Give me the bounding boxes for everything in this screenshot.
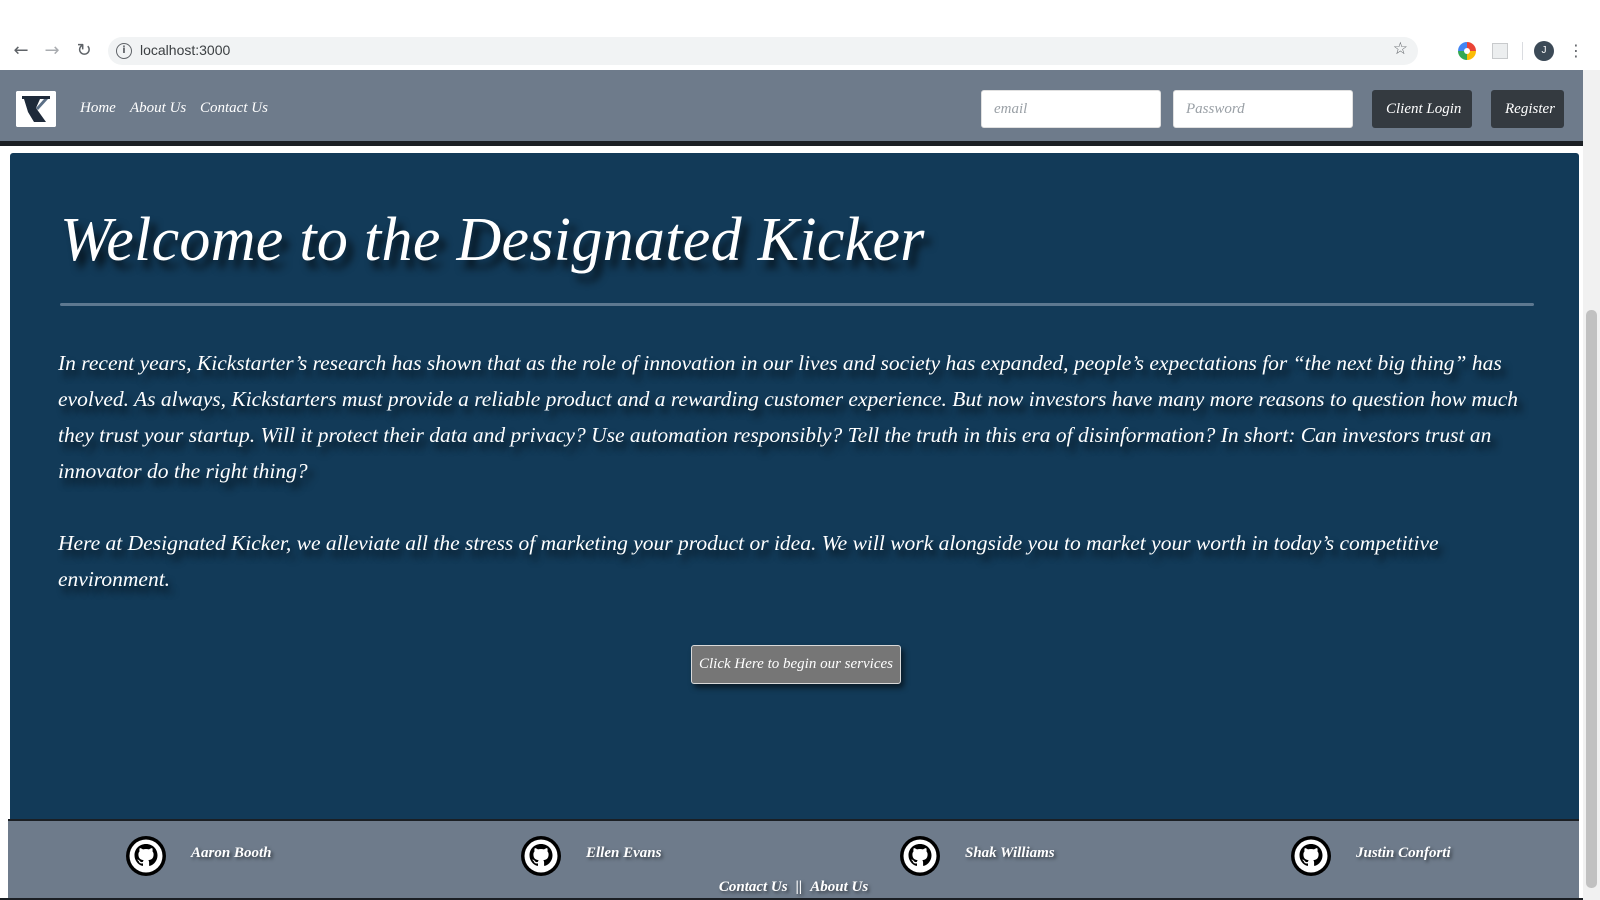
- extension-icon[interactable]: [1492, 43, 1508, 59]
- forward-arrow-icon[interactable]: →: [41, 40, 63, 62]
- back-arrow-icon[interactable]: ←: [10, 40, 32, 62]
- browser-chrome: ← → ↻ i localhost:3000 ☆ J ⋮: [0, 0, 1600, 70]
- hero-section: Welcome to the Designated Kicker In rece…: [10, 153, 1579, 819]
- github-icon[interactable]: [520, 835, 562, 877]
- team-member-name[interactable]: Justin Conforti: [1356, 845, 1451, 862]
- register-button[interactable]: Register: [1491, 90, 1564, 128]
- profile-avatar[interactable]: J: [1534, 41, 1554, 61]
- kebab-menu-icon[interactable]: ⋮: [1568, 40, 1584, 62]
- nav-link-contact-us[interactable]: Contact Us: [200, 100, 268, 117]
- github-icon[interactable]: [899, 835, 941, 877]
- footer-links: Contact Us || About Us: [8, 879, 1579, 896]
- reload-icon[interactable]: ↻: [73, 40, 95, 62]
- address-bar-url[interactable]: localhost:3000: [140, 42, 230, 58]
- github-icon[interactable]: [1290, 835, 1332, 877]
- star-icon[interactable]: ☆: [1393, 39, 1408, 59]
- page-title: Welcome to the Designated Kicker: [60, 206, 925, 274]
- hero-paragraph: Here at Designated Kicker, we alleviate …: [58, 531, 1439, 591]
- email-field[interactable]: [981, 90, 1161, 128]
- site-logo[interactable]: [16, 91, 56, 127]
- toolbar-divider: [1522, 42, 1523, 60]
- footer-link-contact-us[interactable]: Contact Us: [719, 879, 788, 895]
- site-footer: Aaron Booth Ellen Evans Shak Williams Ju…: [8, 819, 1579, 900]
- github-icon[interactable]: [125, 835, 167, 877]
- hero-paragraph: In recent years, Kickstarter’s research …: [58, 351, 1518, 483]
- info-icon[interactable]: i: [116, 43, 132, 59]
- address-bar[interactable]: i localhost:3000 ☆: [108, 37, 1418, 65]
- scrollbar-thumb[interactable]: [1586, 310, 1597, 888]
- footer-link-separator: ||: [795, 879, 803, 895]
- footer-link-about-us[interactable]: About Us: [810, 879, 868, 895]
- nav-link-home[interactable]: Home: [80, 100, 116, 117]
- site-navbar: Home About Us Contact Us Client Login Re…: [0, 70, 1583, 146]
- begin-services-button[interactable]: Click Here to begin our services: [691, 645, 901, 684]
- password-field[interactable]: [1173, 90, 1353, 128]
- page-scrollbar[interactable]: [1583, 70, 1600, 900]
- nav-link-about-us[interactable]: About Us: [130, 100, 186, 117]
- team-member-name[interactable]: Aaron Booth: [191, 845, 271, 862]
- team-member-name[interactable]: Ellen Evans: [586, 845, 661, 862]
- hero-divider: [60, 303, 1534, 306]
- kicker-logo-icon: [16, 91, 56, 127]
- color-extension-icon[interactable]: [1458, 42, 1476, 60]
- team-member-name[interactable]: Shak Williams: [965, 845, 1055, 862]
- client-login-button[interactable]: Client Login: [1372, 90, 1472, 128]
